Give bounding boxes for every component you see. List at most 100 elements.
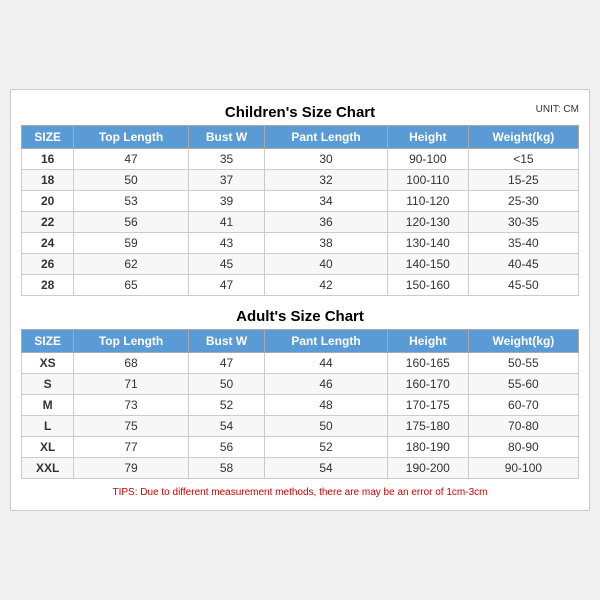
table-cell: 90-100	[468, 458, 578, 479]
table-cell: 53	[74, 191, 189, 212]
table-cell: 65	[74, 275, 189, 296]
adult-col-header-bust-w: Bust W	[188, 330, 264, 353]
adult-col-header-size: SIZE	[22, 330, 74, 353]
table-cell: 75	[74, 416, 189, 437]
table-cell: 32	[265, 170, 388, 191]
table-cell: 37	[188, 170, 264, 191]
children-size-table: SIZE Top Length Bust W Pant Length Heigh…	[21, 125, 579, 296]
table-cell: 54	[188, 416, 264, 437]
col-header-weight: Weight(kg)	[468, 126, 578, 149]
table-row: XS684744160-16550-55	[22, 353, 579, 374]
table-cell: 38	[265, 233, 388, 254]
table-cell: 30-35	[468, 212, 578, 233]
table-cell: 175-180	[387, 416, 468, 437]
adult-col-header-height: Height	[387, 330, 468, 353]
table-cell: 110-120	[387, 191, 468, 212]
adult-section-title: Adult's Size Chart	[21, 304, 579, 329]
col-header-height: Height	[387, 126, 468, 149]
table-cell: 15-25	[468, 170, 578, 191]
table-cell: XS	[22, 353, 74, 374]
table-cell: 50	[265, 416, 388, 437]
adult-col-header-pant-length: Pant Length	[265, 330, 388, 353]
table-cell: 25-30	[468, 191, 578, 212]
table-cell: 100-110	[387, 170, 468, 191]
table-cell: 150-160	[387, 275, 468, 296]
table-row: 24594338130-14035-40	[22, 233, 579, 254]
adult-size-table: SIZE Top Length Bust W Pant Length Heigh…	[21, 329, 579, 479]
table-cell: 59	[74, 233, 189, 254]
adult-header-row: SIZE Top Length Bust W Pant Length Heigh…	[22, 330, 579, 353]
table-row: XL775652180-19080-90	[22, 437, 579, 458]
table-cell: 50	[188, 374, 264, 395]
table-cell: 68	[74, 353, 189, 374]
table-cell: <15	[468, 149, 578, 170]
table-cell: 45	[188, 254, 264, 275]
table-cell: 90-100	[387, 149, 468, 170]
table-row: 26624540140-15040-45	[22, 254, 579, 275]
table-cell: 180-190	[387, 437, 468, 458]
table-cell: S	[22, 374, 74, 395]
table-cell: 160-165	[387, 353, 468, 374]
table-cell: 44	[265, 353, 388, 374]
table-cell: 16	[22, 149, 74, 170]
table-row: 20533934110-12025-30	[22, 191, 579, 212]
table-cell: 190-200	[387, 458, 468, 479]
tips-text: TIPS: Due to different measurement metho…	[21, 485, 579, 500]
table-row: 1647353090-100<15	[22, 149, 579, 170]
table-row: XXL795854190-20090-100	[22, 458, 579, 479]
table-row: 22564136120-13030-35	[22, 212, 579, 233]
table-cell: 47	[188, 275, 264, 296]
table-cell: 62	[74, 254, 189, 275]
table-cell: 41	[188, 212, 264, 233]
col-header-pant-length: Pant Length	[265, 126, 388, 149]
table-cell: 35-40	[468, 233, 578, 254]
children-title-text: Children's Size Chart	[225, 104, 375, 121]
table-cell: L	[22, 416, 74, 437]
col-header-top-length: Top Length	[74, 126, 189, 149]
table-cell: M	[22, 395, 74, 416]
col-header-size: SIZE	[22, 126, 74, 149]
table-cell: 52	[188, 395, 264, 416]
table-cell: 39	[188, 191, 264, 212]
table-row: 18503732100-11015-25	[22, 170, 579, 191]
table-cell: 46	[265, 374, 388, 395]
table-cell: 35	[188, 149, 264, 170]
table-cell: 40-45	[468, 254, 578, 275]
table-cell: 71	[74, 374, 189, 395]
table-cell: 45-50	[468, 275, 578, 296]
adult-col-header-weight: Weight(kg)	[468, 330, 578, 353]
table-cell: 20	[22, 191, 74, 212]
table-cell: 18	[22, 170, 74, 191]
table-cell: 36	[265, 212, 388, 233]
table-cell: 55-60	[468, 374, 578, 395]
table-cell: 47	[74, 149, 189, 170]
table-cell: 170-175	[387, 395, 468, 416]
table-cell: 60-70	[468, 395, 578, 416]
table-cell: 79	[74, 458, 189, 479]
table-cell: 160-170	[387, 374, 468, 395]
children-header-row: SIZE Top Length Bust W Pant Length Heigh…	[22, 126, 579, 149]
table-cell: 56	[188, 437, 264, 458]
adult-col-header-top-length: Top Length	[74, 330, 189, 353]
table-row: M735248170-17560-70	[22, 395, 579, 416]
table-cell: 28	[22, 275, 74, 296]
table-cell: 130-140	[387, 233, 468, 254]
table-cell: 58	[188, 458, 264, 479]
table-cell: 73	[74, 395, 189, 416]
table-row: L755450175-18070-80	[22, 416, 579, 437]
table-cell: 22	[22, 212, 74, 233]
table-row: S715046160-17055-60	[22, 374, 579, 395]
table-cell: 30	[265, 149, 388, 170]
table-cell: 70-80	[468, 416, 578, 437]
table-cell: 42	[265, 275, 388, 296]
col-header-bust-w: Bust W	[188, 126, 264, 149]
table-cell: 50-55	[468, 353, 578, 374]
table-cell: XXL	[22, 458, 74, 479]
table-cell: 54	[265, 458, 388, 479]
table-cell: 24	[22, 233, 74, 254]
table-cell: 52	[265, 437, 388, 458]
table-cell: 34	[265, 191, 388, 212]
table-cell: 48	[265, 395, 388, 416]
table-cell: 77	[74, 437, 189, 458]
table-cell: 50	[74, 170, 189, 191]
